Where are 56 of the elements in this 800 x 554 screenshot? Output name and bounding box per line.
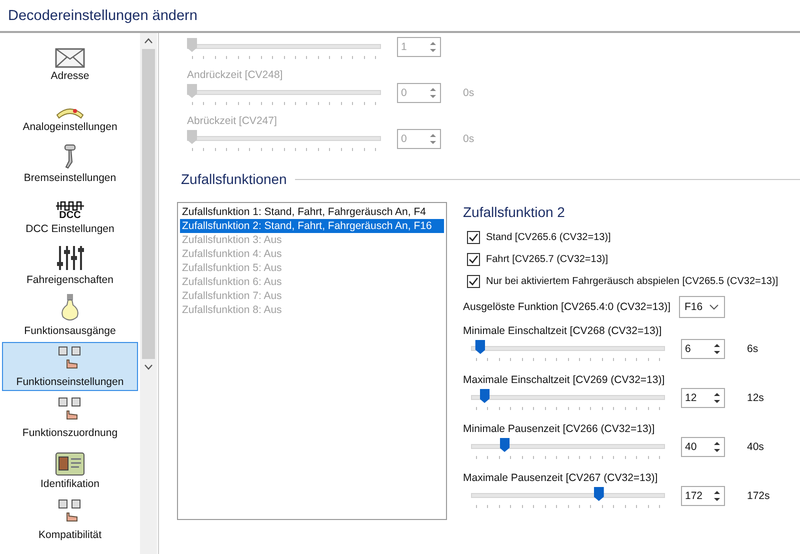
detail-title: Zufallsfunktion 2 [463,204,566,220]
checkbox-label: Nur bei aktiviertem Fahrgeräusch abspielen [CV265.5 (CV32=13)] [486,276,778,286]
trigger-label: Ausgelöste Funktion [CV265.4:0 (CV32=13)] [463,301,670,313]
slider[interactable] [187,37,381,61]
checkbox-label: Stand [CV265.6 (CV32=13)] [486,232,611,242]
seconds-reading: 6s [747,343,758,355]
list-item[interactable]: Zufallsfunktion 1: Stand, Fahrt, Fahrgeräusch An, F4 [180,205,444,219]
slider-label: Maximale Pausenzeit [CV267 (CV32=13)] [463,472,659,484]
sidebar-item[interactable]: Kompatibilität [2,495,138,544]
seconds-reading: 172s [747,490,770,502]
scroll-up-icon[interactable] [144,38,153,44]
window-title: Decodereinstellungen ändern [8,8,198,24]
sidebar-item[interactable]: Adresse [2,36,138,85]
function-dropdown[interactable]: F16 [678,296,724,318]
number-spinner[interactable]: 172 [681,486,725,506]
scroll-down-icon[interactable] [144,364,153,370]
slider-label: Abrückzeit [CV247] [187,115,278,127]
sidebar-item[interactable]: Bremseinstellungen [2,138,138,187]
seconds-reading: 0s [463,133,474,145]
light-bulb-icon [59,293,81,323]
sidebar-item[interactable]: Analogeinstellungen [2,87,138,136]
sidebar-item[interactable]: DCC DCC Einstellungen [2,189,138,238]
slider[interactable] [471,339,665,363]
list-item[interactable]: Zufallsfunktion 2: Stand, Fahrt, Fahrgeräusch An, F16 [180,219,444,233]
sidebar-item[interactable]: Identifikation [2,444,138,493]
seconds-reading: 40s [747,441,764,453]
seconds-reading: 12s [747,392,764,404]
slider[interactable] [187,129,381,153]
slider[interactable] [471,437,665,461]
random-function-list[interactable] [177,202,447,520]
checkbox[interactable] [467,230,480,244]
sliders-icon [56,244,84,272]
sidebar-item[interactable]: Funktionseinstellungen [2,342,138,391]
id-card-icon [55,452,85,476]
number-spinner[interactable]: 6 [681,339,725,359]
slider-label: Minimale Pausenzeit [CV266 (CV32=13)] [463,423,656,435]
envelope-icon [55,48,85,68]
checkbox-label: Fahrt [CV265.7 (CV32=13)] [486,254,608,264]
dropdown-caret-icon [708,304,718,310]
seconds-reading: 0s [463,87,474,99]
sidebar-item[interactable]: Funktionszuordnung [2,393,138,442]
sidebar-item[interactable]: Fahreigenschaften [2,240,138,289]
slider-label: Maximale Einschaltzeit [CV269 (CV32=13)] [463,374,666,386]
checkbox[interactable] [467,274,480,288]
brake-lever-icon [62,144,78,170]
slider-label: Minimale Einschaltzeit [CV268 (CV32=13)] [463,325,663,337]
checkbox[interactable] [467,252,480,266]
number-spinner[interactable]: 40 [681,437,725,457]
sidebar-item[interactable]: Funktionsausgänge [2,291,138,340]
slider[interactable] [471,486,665,510]
section-title: Zufallsfunktionen [181,171,287,187]
slider[interactable] [471,388,665,412]
scrollbar[interactable] [140,33,157,554]
slider-label: Andrückzeit [CV248] [187,69,284,81]
slider[interactable] [187,83,381,107]
number-spinner[interactable]: 12 [681,388,725,408]
